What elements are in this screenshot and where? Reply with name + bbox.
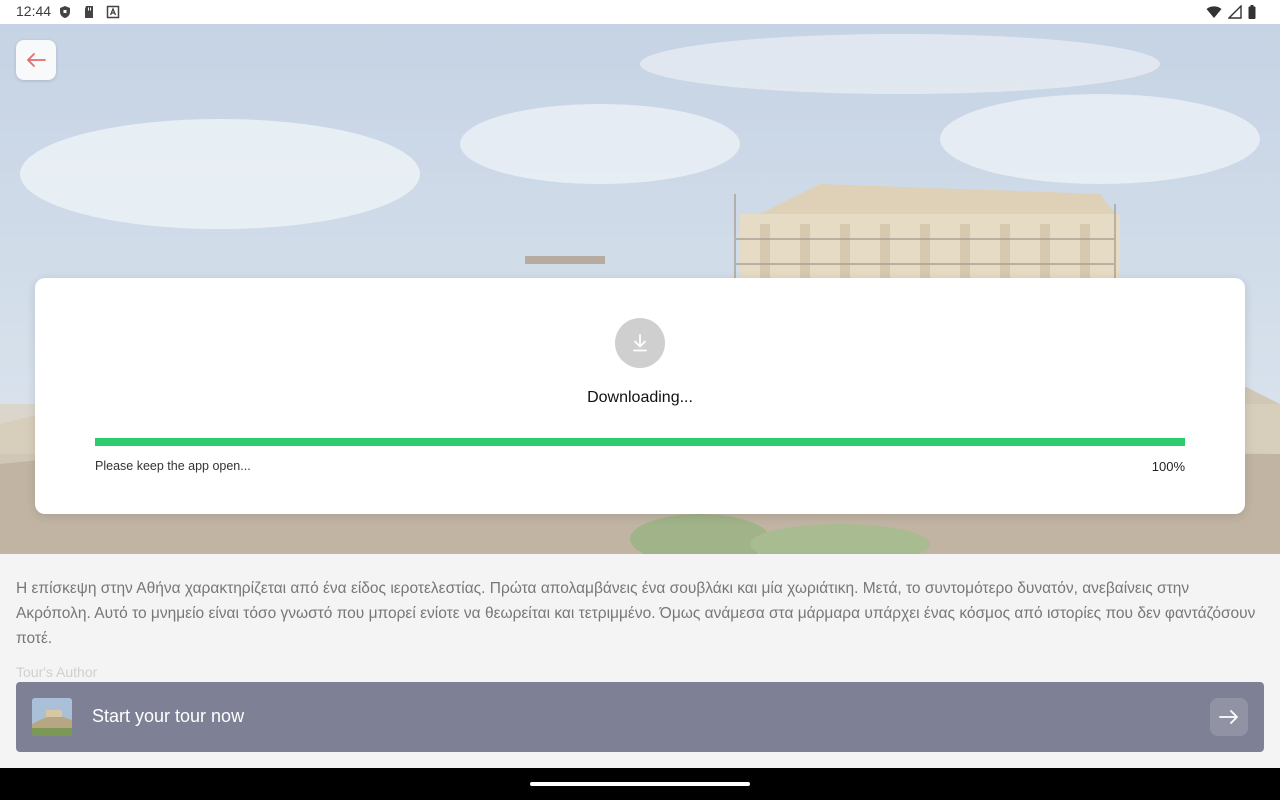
status-time: 12:44	[16, 3, 52, 19]
signal-icon	[1228, 5, 1242, 19]
battery-icon	[1248, 5, 1256, 19]
status-icons-right	[1206, 5, 1256, 19]
download-percent: 100%	[1151, 459, 1185, 474]
system-nav-bar	[0, 768, 1280, 800]
font-icon	[106, 5, 120, 19]
download-dialog: Downloading... Please keep the app open.…	[35, 278, 1245, 514]
wifi-icon	[1206, 6, 1222, 18]
tour-description: Η επίσκεψη στην Αθήνα χαρακτηρίζεται από…	[16, 580, 1256, 647]
home-gesture-handle[interactable]	[530, 782, 750, 786]
download-icon	[615, 318, 665, 368]
status-bar: 12:44	[0, 0, 1280, 24]
start-tour-button[interactable]: Start your tour now	[16, 682, 1264, 752]
start-tour-arrow-button[interactable]	[1210, 698, 1248, 736]
download-title: Downloading...	[587, 389, 693, 406]
tour-author-label: Tour's Author	[16, 664, 98, 680]
shield-icon	[60, 6, 70, 18]
back-button[interactable]	[16, 40, 56, 80]
download-note: Please keep the app open...	[95, 459, 251, 473]
download-progress-bar	[95, 438, 1185, 446]
arrow-left-icon	[27, 53, 46, 67]
tour-thumbnail	[32, 698, 72, 736]
sd-card-icon	[85, 6, 93, 18]
arrow-right-icon	[1219, 710, 1238, 724]
start-tour-label: Start your tour now	[92, 706, 245, 726]
status-icons-left	[58, 5, 120, 19]
download-progress-fill	[95, 438, 1185, 446]
